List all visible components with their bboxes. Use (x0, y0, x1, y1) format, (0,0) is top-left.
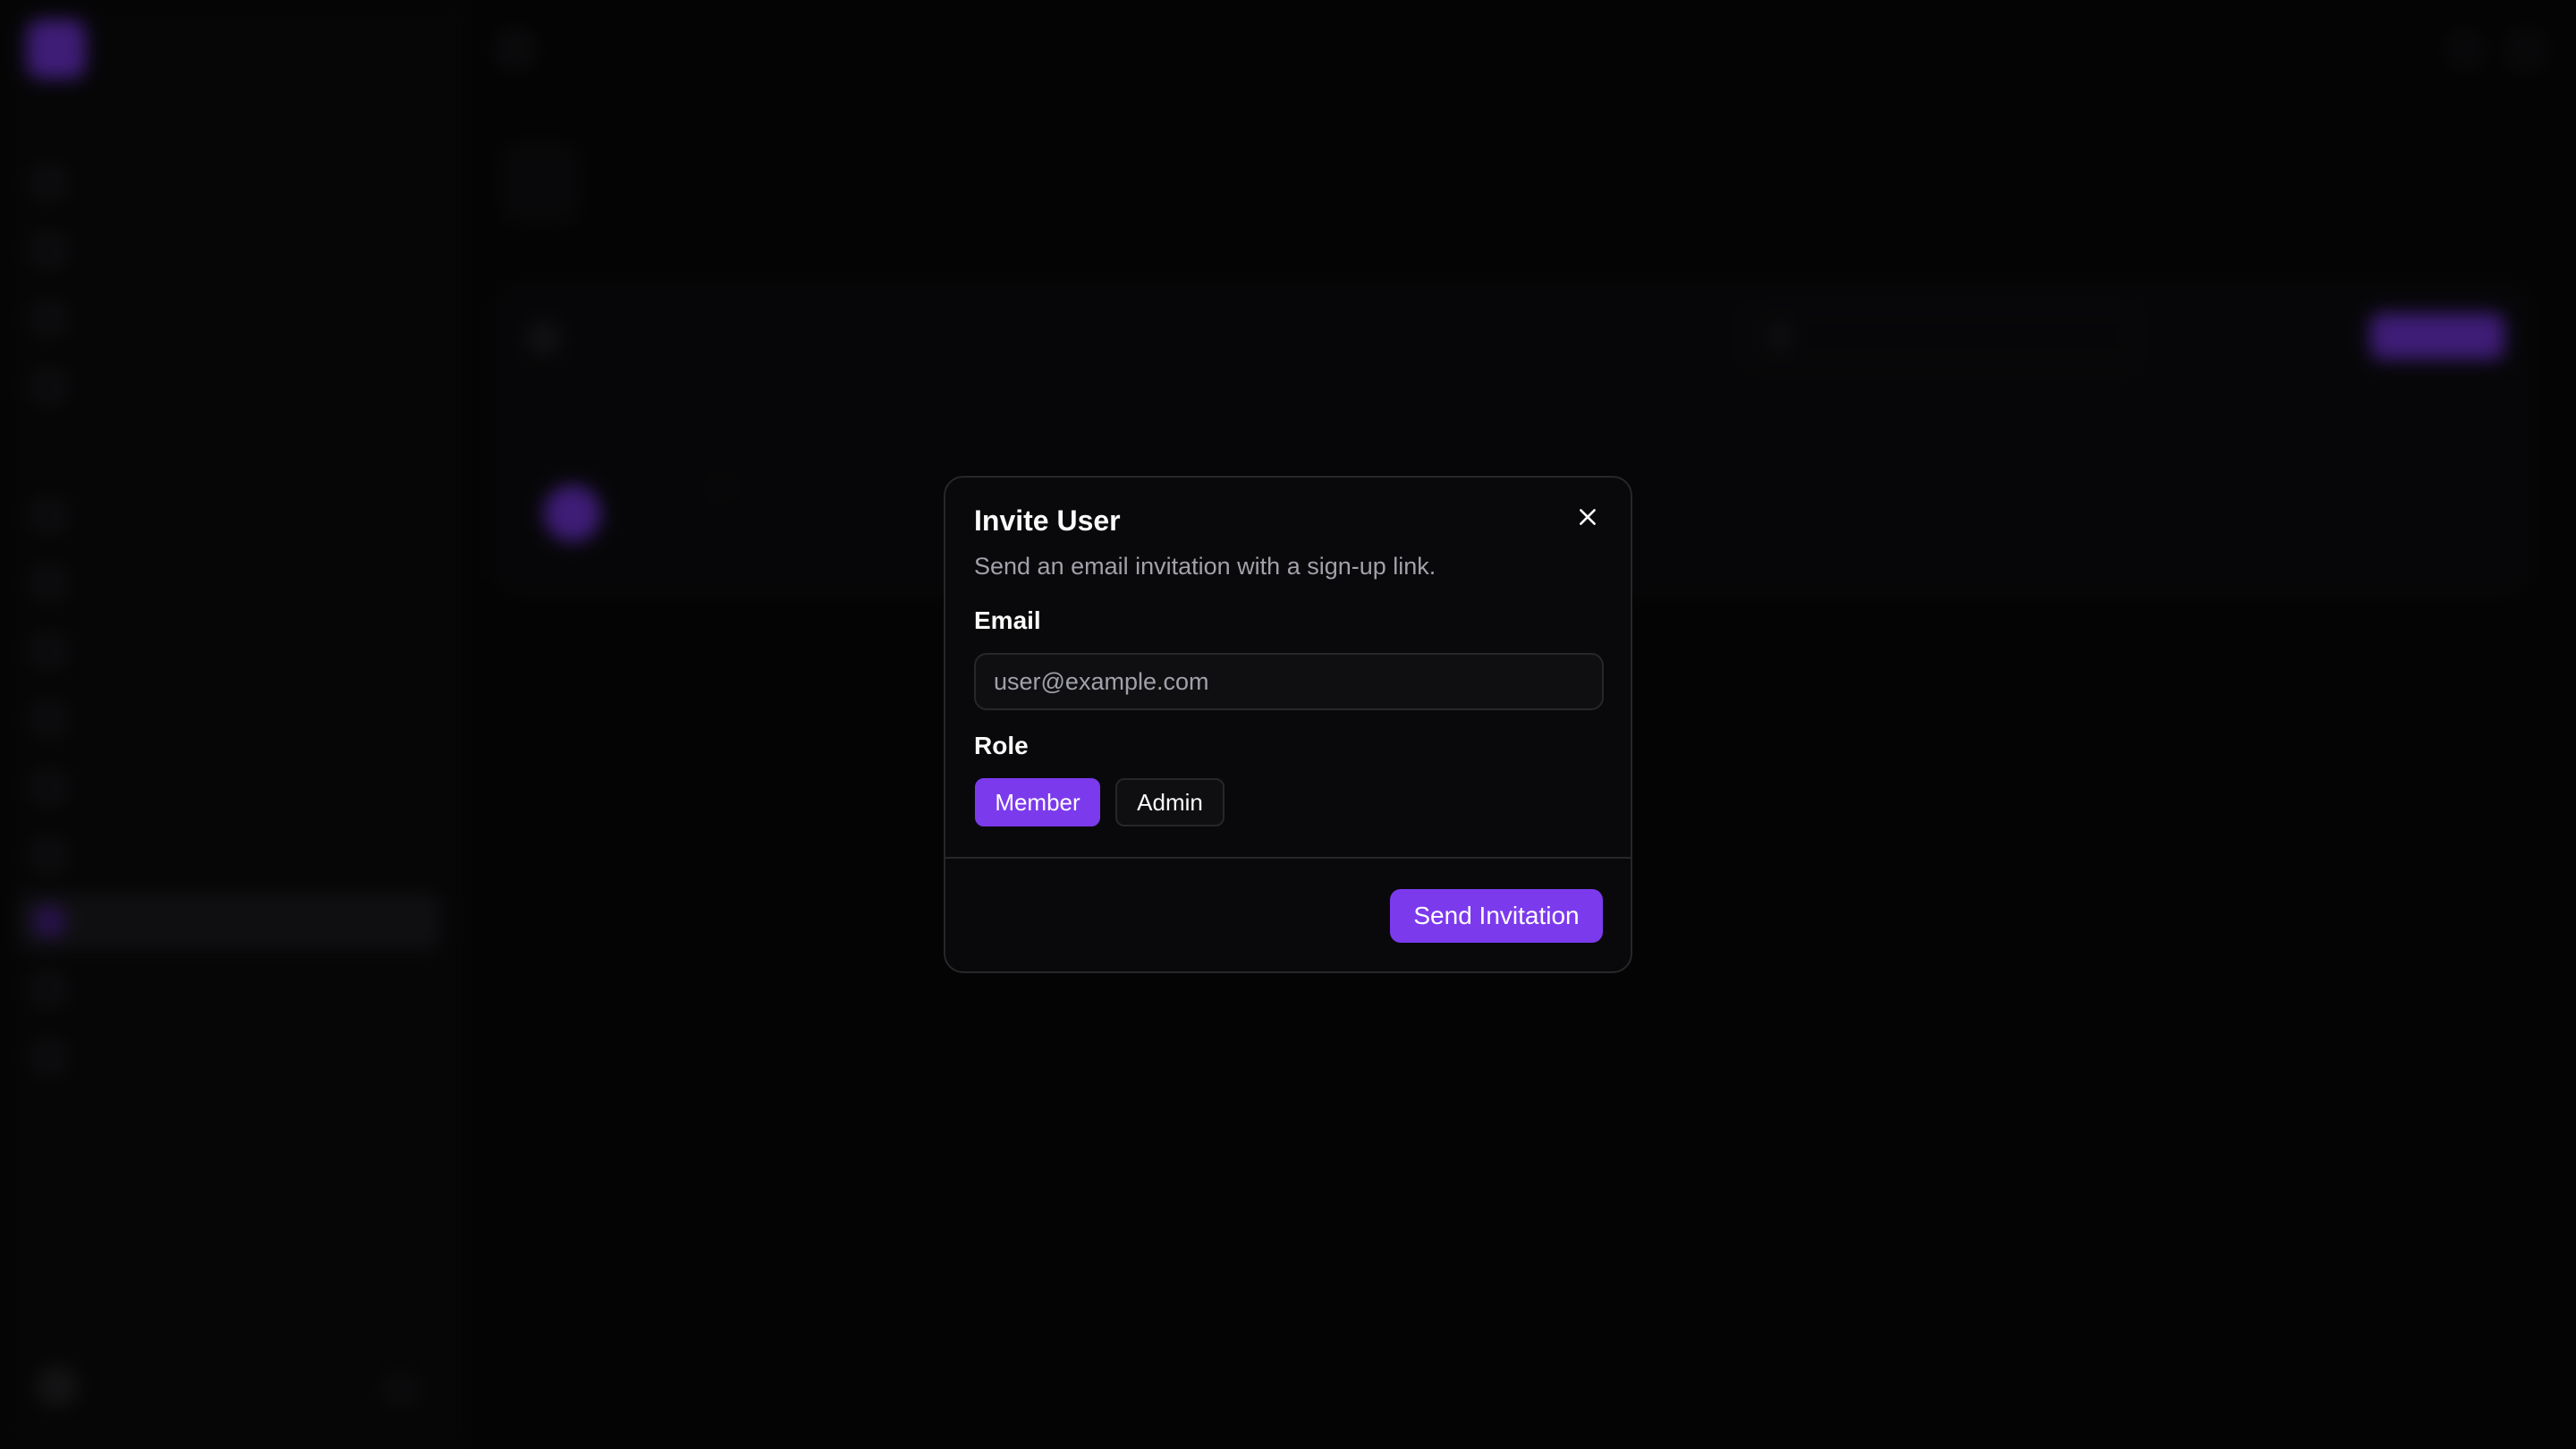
send-invitation-button[interactable]: Send Invitation (1390, 889, 1603, 943)
invite-user-dialog: Invite User Send an email invitation wit… (944, 476, 1632, 973)
dialog-divider (945, 857, 1631, 859)
email-input[interactable] (974, 653, 1604, 710)
dialog-title: Invite User (974, 504, 1121, 537)
role-label: Role (974, 732, 1029, 759)
close-icon (1580, 509, 1596, 525)
dialog-description: Send an email invitation with a sign-up … (974, 553, 1436, 580)
email-label: Email (974, 606, 1041, 634)
role-option-member[interactable]: Member (975, 778, 1100, 826)
close-button[interactable] (1572, 501, 1604, 533)
role-option-admin[interactable]: Admin (1115, 778, 1224, 826)
